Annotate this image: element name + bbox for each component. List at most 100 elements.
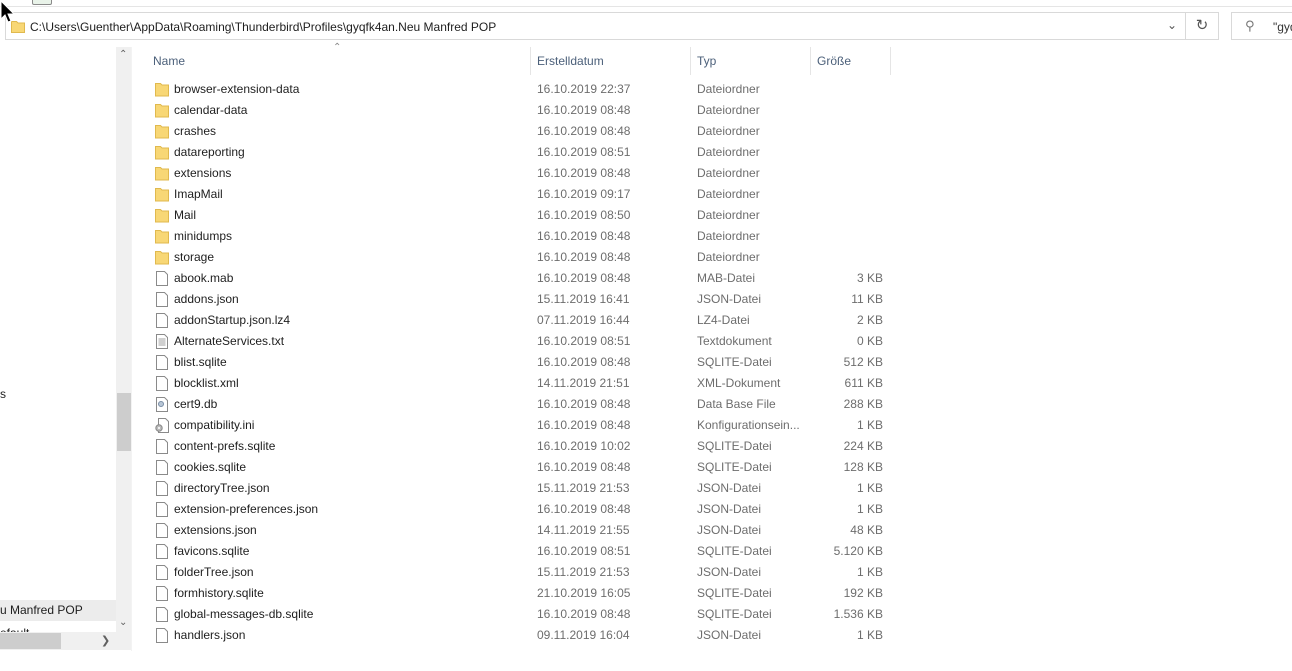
- settings-file-icon: [155, 418, 169, 433]
- column-header-created[interactable]: Erstelldatum: [537, 47, 604, 75]
- file-row[interactable]: extensions 16.10.2019 08:48 Dateiordner: [150, 163, 890, 184]
- nav-horizontal-scrollbar[interactable]: ❯: [0, 632, 116, 650]
- file-size: 3 KB: [856, 271, 883, 285]
- file-row[interactable]: extension-preferences.json 16.10.2019 08:…: [150, 499, 890, 520]
- file-name: favicons.sqlite: [174, 544, 250, 558]
- file-type: Dateiordner: [697, 166, 760, 180]
- file-created: 16.10.2019 08:48: [537, 124, 631, 138]
- file-size: 288 KB: [843, 397, 883, 411]
- file-name: handlers.json: [174, 628, 246, 642]
- file-created: 15.11.2019 16:41: [537, 292, 630, 306]
- nav-item-selected[interactable]: u Manfred POP: [0, 600, 116, 621]
- file-created: 16.10.2019 08:48: [537, 250, 631, 264]
- file-row[interactable]: cert9.db 16.10.2019 08:48 Data Base File 28…: [150, 394, 890, 415]
- file-row[interactable]: browser-extension-data 16.10.2019 22:37 Da…: [150, 79, 890, 100]
- scroll-right-icon[interactable]: ❯: [101, 634, 110, 647]
- scrollbar-corner: [116, 632, 131, 650]
- file-type: Dateiordner: [697, 103, 760, 117]
- nav-item[interactable]: s: [0, 384, 116, 405]
- file-type: JSON-Datei: [697, 523, 762, 537]
- file-name: blist.sqlite: [174, 355, 227, 369]
- file-created: 16.10.2019 08:48: [537, 166, 631, 180]
- database-file-icon: [155, 397, 169, 412]
- file-size: 224 KB: [843, 439, 883, 453]
- file-name: compatibility.ini: [174, 418, 255, 432]
- file-name: extensions.json: [174, 523, 257, 537]
- file-icon: [155, 586, 169, 601]
- file-row[interactable]: directoryTree.json 15.11.2019 21:53 JSON-D…: [150, 478, 890, 499]
- column-header-size[interactable]: Größe: [817, 47, 851, 75]
- file-row[interactable]: blist.sqlite 16.10.2019 08:48 SQLITE-Datei…: [150, 352, 890, 373]
- file-created: 16.10.2019 08:51: [537, 145, 631, 159]
- file-size: 0 KB: [856, 334, 883, 348]
- scrollbar-thumb[interactable]: [0, 633, 61, 649]
- file-name: storage: [174, 250, 215, 264]
- file-type: SQLITE-Datei: [697, 544, 772, 558]
- scroll-down-icon[interactable]: ⌄: [119, 617, 127, 628]
- file-row[interactable]: cookies.sqlite 16.10.2019 08:48 SQLITE-Dat…: [150, 457, 890, 478]
- file-row[interactable]: crashes 16.10.2019 08:48 Dateiordner: [150, 121, 890, 142]
- file-row[interactable]: storage 16.10.2019 08:48 Dateiordner: [150, 247, 890, 268]
- file-row[interactable]: compatibility.ini 16.10.2019 08:48 Konfigu…: [150, 415, 890, 436]
- folder-icon: [155, 124, 169, 139]
- file-row[interactable]: favicons.sqlite 16.10.2019 08:51 SQLITE-Da…: [150, 541, 890, 562]
- folder-icon: [155, 187, 169, 202]
- search-icon: ⚲: [1245, 18, 1255, 33]
- file-type: Konfigurationsein...: [697, 418, 800, 432]
- file-icon: [155, 313, 169, 328]
- column-divider[interactable]: [810, 47, 811, 75]
- sort-ascending-icon: ⌃: [333, 42, 342, 53]
- scrollbar-thumb[interactable]: [117, 393, 131, 451]
- file-row[interactable]: calendar-data 16.10.2019 08:48 Dateiordner: [150, 100, 890, 121]
- nav-vertical-scrollbar[interactable]: ⌃ ⌄: [116, 47, 131, 632]
- file-row[interactable]: blocklist.xml 14.11.2019 21:51 XML-Dokumen…: [150, 373, 890, 394]
- nav-item[interactable]: efault: [0, 623, 116, 632]
- scroll-up-icon[interactable]: ⌃: [119, 49, 127, 60]
- file-icon: [155, 355, 169, 370]
- file-type: Data Base File: [697, 397, 776, 411]
- chevron-down-icon[interactable]: ⌄: [1167, 18, 1177, 32]
- column-header-type[interactable]: Typ: [697, 47, 716, 75]
- file-row[interactable]: Mail 16.10.2019 08:50 Dateiordner: [150, 205, 890, 226]
- file-icon: [155, 460, 169, 475]
- file-row[interactable]: content-prefs.sqlite 16.10.2019 10:02 SQLI…: [150, 436, 890, 457]
- folder-icon: [155, 103, 169, 118]
- file-row[interactable]: global-messages-db.sqlite 16.10.2019 08:4…: [150, 604, 890, 625]
- file-row[interactable]: addons.json 15.11.2019 16:41 JSON-Datei 11 …: [150, 289, 890, 310]
- file-name: minidumps: [174, 229, 233, 243]
- file-row[interactable]: handlers.json 09.11.2019 16:04 JSON-Datei 1…: [150, 625, 890, 646]
- file-type: JSON-Datei: [697, 628, 762, 642]
- file-row[interactable]: folderTree.json 15.11.2019 21:53 JSON-Date…: [150, 562, 890, 583]
- file-size: 5.120 KB: [833, 544, 883, 558]
- column-divider[interactable]: [530, 47, 531, 75]
- file-type: Dateiordner: [697, 145, 760, 159]
- column-header-name[interactable]: Name: [153, 47, 185, 75]
- file-row[interactable]: abook.mab 16.10.2019 08:48 MAB-Datei 3 KB: [150, 268, 890, 289]
- file-size: 1 KB: [856, 502, 883, 516]
- toolbar-icon[interactable]: [32, 0, 52, 5]
- file-size: 48 KB: [850, 523, 883, 537]
- column-divider[interactable]: [890, 47, 891, 75]
- file-name: content-prefs.sqlite: [174, 439, 276, 453]
- file-created: 15.11.2019 21:53: [537, 481, 630, 495]
- file-created: 21.10.2019 16:05: [537, 586, 631, 600]
- column-divider[interactable]: [690, 47, 691, 75]
- file-row[interactable]: addonStartup.json.lz4 07.11.2019 16:44 LZ4…: [150, 310, 890, 331]
- file-row[interactable]: datareporting 16.10.2019 08:51 Dateiordner: [150, 142, 890, 163]
- file-created: 16.10.2019 08:48: [537, 229, 631, 243]
- file-name: folderTree.json: [174, 565, 254, 579]
- file-created: 16.10.2019 09:17: [537, 187, 631, 201]
- file-row[interactable]: minidumps 16.10.2019 08:48 Dateiordner: [150, 226, 890, 247]
- file-type: SQLITE-Datei: [697, 460, 772, 474]
- address-bar[interactable]: C:\Users\Guenther\AppData\Roaming\Thunde…: [5, 12, 1186, 40]
- file-type: MAB-Datei: [697, 271, 756, 285]
- file-row[interactable]: formhistory.sqlite 21.10.2019 16:05 SQLITE…: [150, 583, 890, 604]
- file-size: 1 KB: [856, 418, 883, 432]
- file-row[interactable]: AlternateServices.txt 16.10.2019 08:51 Tex…: [150, 331, 890, 352]
- file-row[interactable]: extensions.json 14.11.2019 21:55 JSON-Date…: [150, 520, 890, 541]
- file-created: 16.10.2019 08:48: [537, 397, 631, 411]
- pane-divider[interactable]: [131, 47, 132, 651]
- file-row[interactable]: ImapMail 16.10.2019 09:17 Dateiordner: [150, 184, 890, 205]
- search-input[interactable]: ⚲ "gyq: [1231, 12, 1292, 40]
- refresh-button[interactable]: ↻: [1185, 12, 1219, 40]
